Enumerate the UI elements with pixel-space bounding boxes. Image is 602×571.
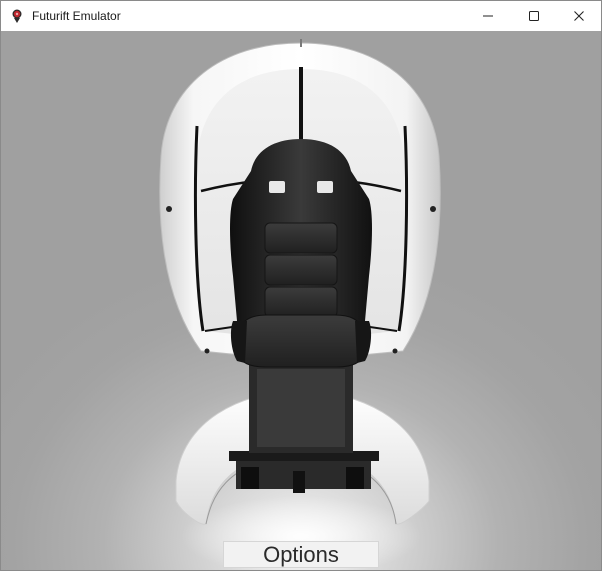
close-icon [574,11,584,21]
red-pin-icon [12,9,22,23]
app-window: Futurift Emulator Options [0,0,602,571]
render-viewport[interactable]: Options [1,31,601,570]
futurift-seat-model [159,39,441,570]
minimize-button[interactable] [465,1,511,31]
options-button[interactable]: Options [223,541,379,568]
window-title: Futurift Emulator [32,9,121,23]
maximize-button[interactable] [511,1,557,31]
minimize-icon [483,15,493,17]
maximize-icon [529,11,539,21]
title-bar[interactable]: Futurift Emulator [1,1,601,31]
close-button[interactable] [556,1,601,31]
